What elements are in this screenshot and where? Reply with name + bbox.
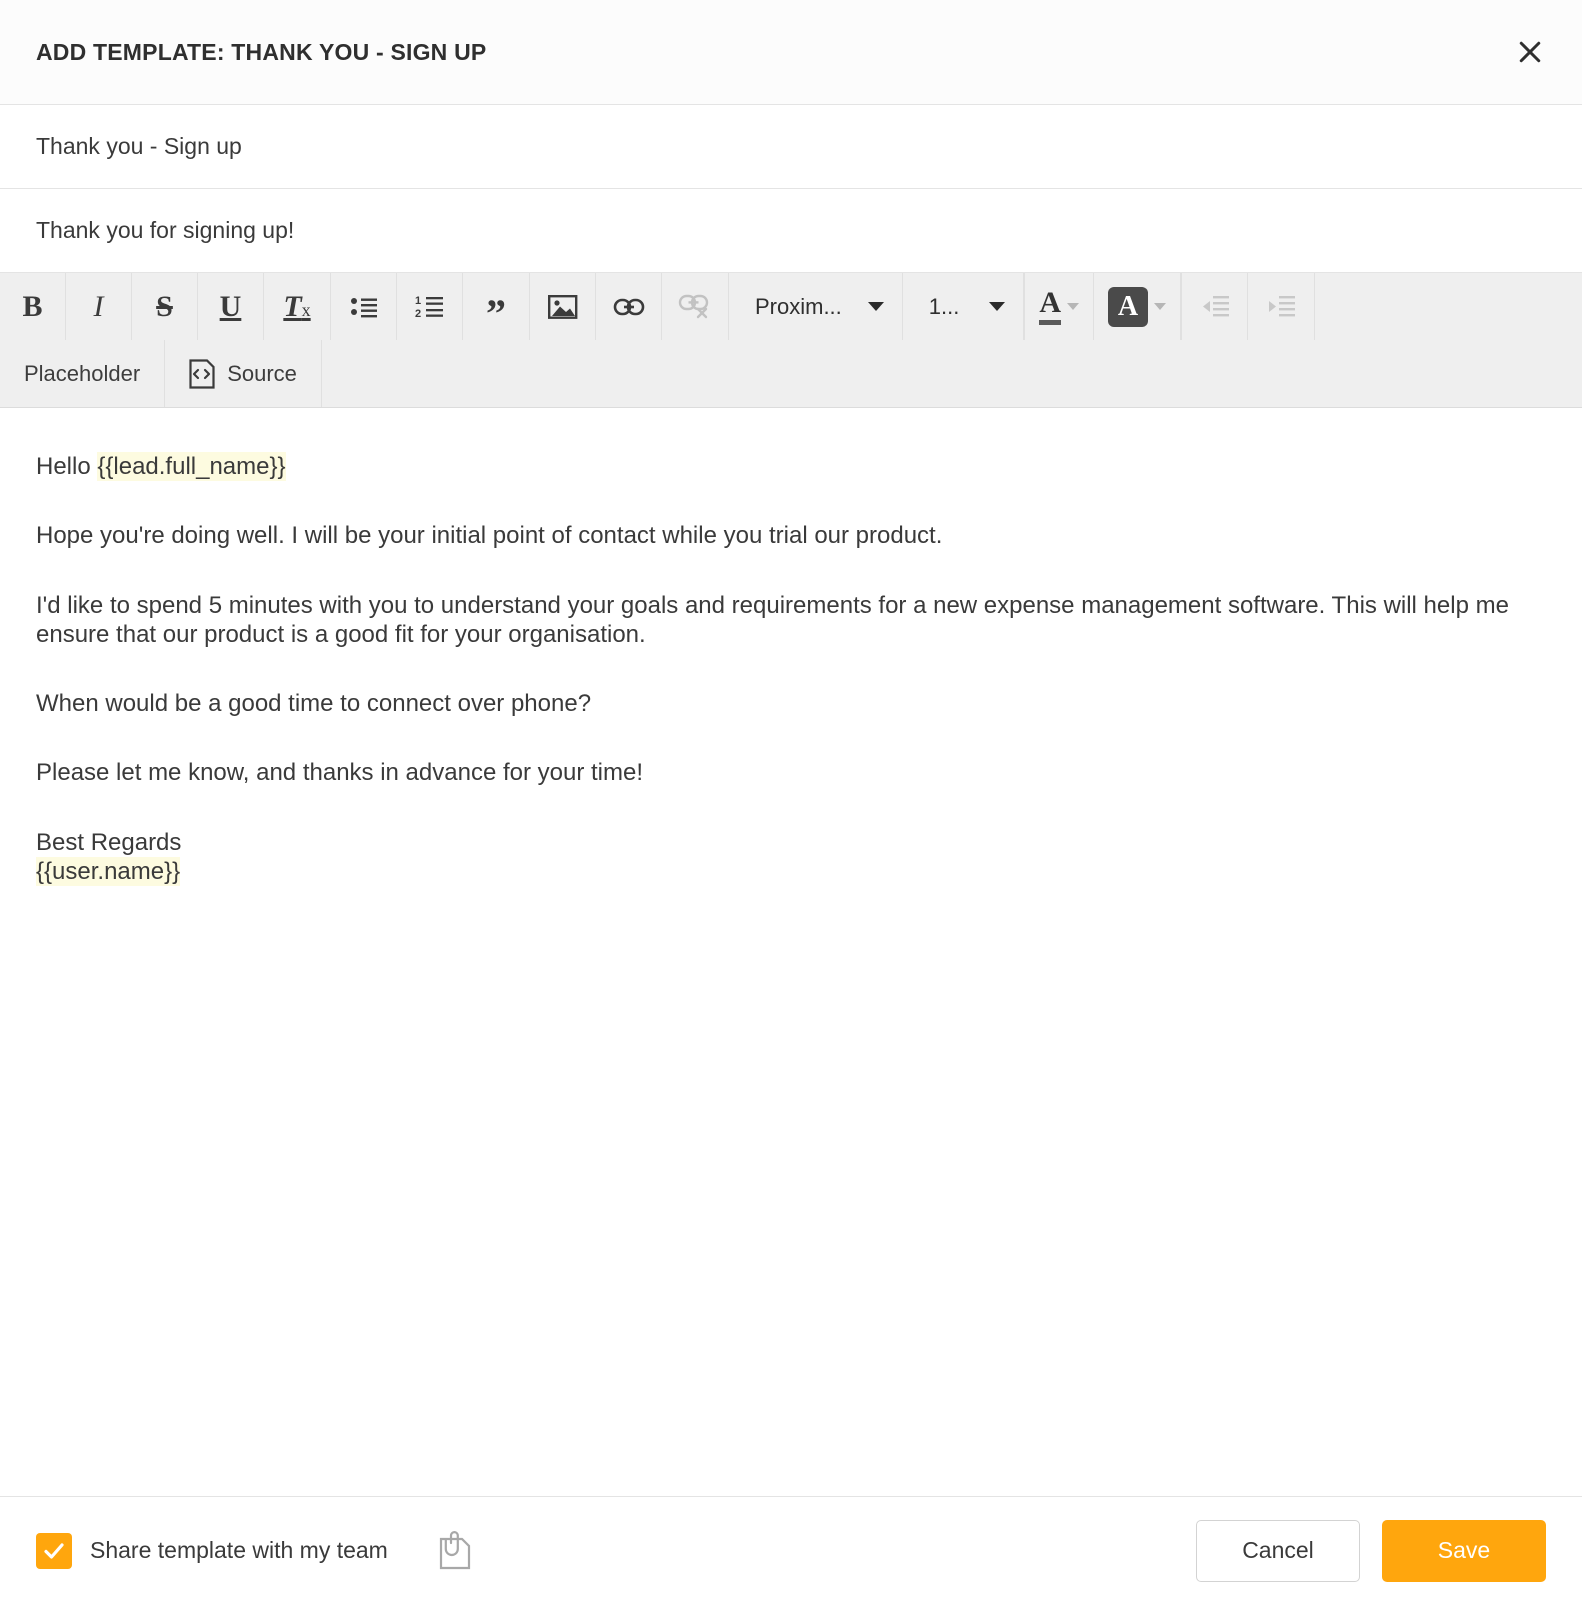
toolbar-group-indent [1182, 273, 1316, 340]
add-template-modal: ADD TEMPLATE: THANK YOU - SIGN UP B I [0, 0, 1582, 1604]
editor-toolbar: B I S U Tx 1 2 ” Proxim... 1... A A Plac… [0, 273, 1582, 408]
remove-format-button[interactable]: Tx [264, 273, 330, 340]
italic-icon: I [93, 289, 104, 323]
lead-full-name-placeholder: {{lead.full_name}} [97, 452, 286, 481]
subject-input[interactable] [36, 217, 1546, 244]
toolbar-row-2: Placeholder Source [0, 340, 1582, 407]
image-button[interactable] [530, 273, 596, 340]
template-name-input[interactable] [36, 133, 1546, 160]
image-icon [547, 294, 577, 319]
body-signature: {{user.name}} [36, 856, 1546, 886]
toolbar-row-1: B I S U Tx 1 2 ” Proxim... 1... A A [0, 273, 1582, 340]
share-template-label: Share template with my team [90, 1537, 388, 1563]
increase-indent-icon [1269, 295, 1296, 316]
chevron-down-icon [1067, 303, 1080, 310]
svg-text:1: 1 [415, 295, 421, 307]
text-color-glyph: A [1039, 286, 1062, 319]
bold-button[interactable]: B [0, 273, 66, 340]
numbered-list-button[interactable]: 1 2 [397, 273, 463, 340]
increase-indent-button[interactable] [1248, 273, 1314, 340]
chevron-down-icon [867, 302, 884, 311]
toolbar-group-colors: A A [1025, 273, 1183, 340]
placeholder-button[interactable]: Placeholder [0, 340, 166, 407]
bulleted-list-button[interactable] [331, 273, 397, 340]
unlink-icon [678, 294, 709, 318]
font-size-value: 1... [928, 293, 960, 319]
subject-row [0, 189, 1582, 273]
toolbar-group-insert [530, 273, 729, 340]
source-button-label: Source [227, 360, 297, 386]
email-body-editor[interactable]: Hello {{lead.full_name}} Hope you're doi… [0, 408, 1582, 1496]
remove-format-icon: Tx [283, 289, 311, 323]
decrease-indent-icon [1202, 295, 1229, 316]
underline-icon: U [219, 289, 242, 323]
link-icon [613, 298, 644, 315]
background-color-icon: A [1108, 286, 1149, 327]
underline-button[interactable]: U [198, 273, 264, 340]
body-paragraph-1: Hope you're doing well. I will be your i… [36, 522, 943, 550]
modal-footer: Share template with my team Cancel Save [0, 1496, 1582, 1604]
greeting-prefix: Hello [36, 453, 98, 480]
page-title: ADD TEMPLATE: THANK YOU - SIGN UP [36, 38, 487, 65]
background-color-button[interactable]: A [1094, 273, 1182, 340]
font-size-select[interactable]: 1... [903, 273, 1025, 340]
bulleted-list-icon [350, 297, 377, 317]
numbered-list-icon: 1 2 [415, 295, 443, 320]
bold-icon: B [22, 289, 43, 323]
font-family-select[interactable]: Proxim... [729, 273, 903, 340]
toolbar-group-text-style: B I S U Tx [0, 273, 331, 340]
link-button[interactable] [596, 273, 662, 340]
template-name-row [0, 105, 1582, 189]
strikethrough-button[interactable]: S [132, 273, 198, 340]
body-paragraph-4: Please let me know, and thanks in advanc… [36, 759, 643, 787]
chevron-down-icon [989, 302, 1006, 311]
body-paragraph-2: I'd like to spend 5 minutes with you to … [36, 591, 1509, 648]
checkmark-icon [44, 1542, 64, 1559]
save-button[interactable]: Save [1382, 1519, 1546, 1582]
source-code-icon [189, 358, 215, 389]
cancel-button[interactable]: Cancel [1196, 1519, 1360, 1582]
attachment-glyph-icon [439, 1530, 470, 1569]
attachment-icon[interactable] [432, 1528, 478, 1574]
body-greeting: Hello {{lead.full_name}} [36, 452, 1546, 481]
modal-header: ADD TEMPLATE: THANK YOU - SIGN UP [0, 0, 1582, 105]
strikethrough-icon: S [156, 289, 173, 323]
user-name-placeholder: {{user.name}} [36, 856, 181, 886]
svg-text:2: 2 [415, 308, 421, 320]
checkbox-box [36, 1532, 72, 1569]
toolbar-group-font: Proxim... 1... [729, 273, 1026, 340]
text-color-button[interactable]: A [1025, 273, 1095, 340]
text-color-icon: A [1039, 286, 1062, 325]
chevron-down-icon [1154, 303, 1167, 310]
italic-button[interactable]: I [66, 273, 132, 340]
unlink-button[interactable] [662, 273, 728, 340]
body-signoff: Best Regards [36, 828, 182, 856]
source-button[interactable]: Source [165, 340, 322, 407]
body-paragraph-3: When would be a good time to connect ove… [36, 690, 592, 718]
decrease-indent-button[interactable] [1182, 273, 1249, 340]
font-family-value: Proxim... [755, 293, 842, 319]
placeholder-button-label: Placeholder [24, 360, 141, 386]
blockquote-button[interactable]: ” [463, 273, 529, 340]
blockquote-icon: ” [486, 290, 506, 336]
toolbar-group-lists: 1 2 ” [331, 273, 530, 340]
share-template-checkbox[interactable]: Share template with my team [36, 1532, 388, 1569]
close-icon[interactable] [1508, 30, 1552, 74]
